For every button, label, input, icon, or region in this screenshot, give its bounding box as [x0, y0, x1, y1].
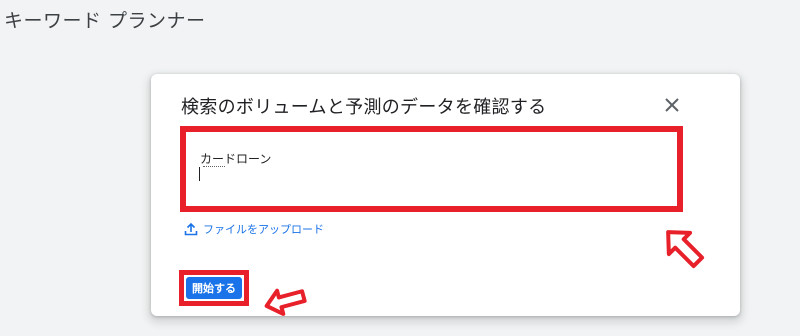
spellcheck-underline: [203, 166, 225, 167]
page-title: キーワード プランナー: [4, 10, 206, 32]
keywords-input[interactable]: カードローン: [180, 126, 683, 212]
arrow-annotation-icon: [264, 288, 307, 316]
close-button[interactable]: [661, 94, 683, 116]
upload-file-link[interactable]: ファイルをアップロード: [184, 221, 324, 237]
dialog-title: 検索のボリュームと予測のデータを確認する: [181, 97, 547, 118]
upload-icon: [184, 222, 198, 236]
start-button-highlight: 開始する: [179, 270, 249, 306]
upload-link-label: ファイルをアップロード: [203, 223, 324, 236]
keywords-input-value: カードローン: [200, 152, 272, 166]
text-caret: [199, 167, 200, 181]
arrow-annotation-icon: [666, 230, 705, 269]
close-icon: [665, 98, 679, 112]
keyword-forecast-dialog: 検索のボリュームと予測のデータを確認する カードローン ファイルをアップロード …: [151, 74, 740, 316]
start-button[interactable]: 開始する: [186, 277, 242, 299]
